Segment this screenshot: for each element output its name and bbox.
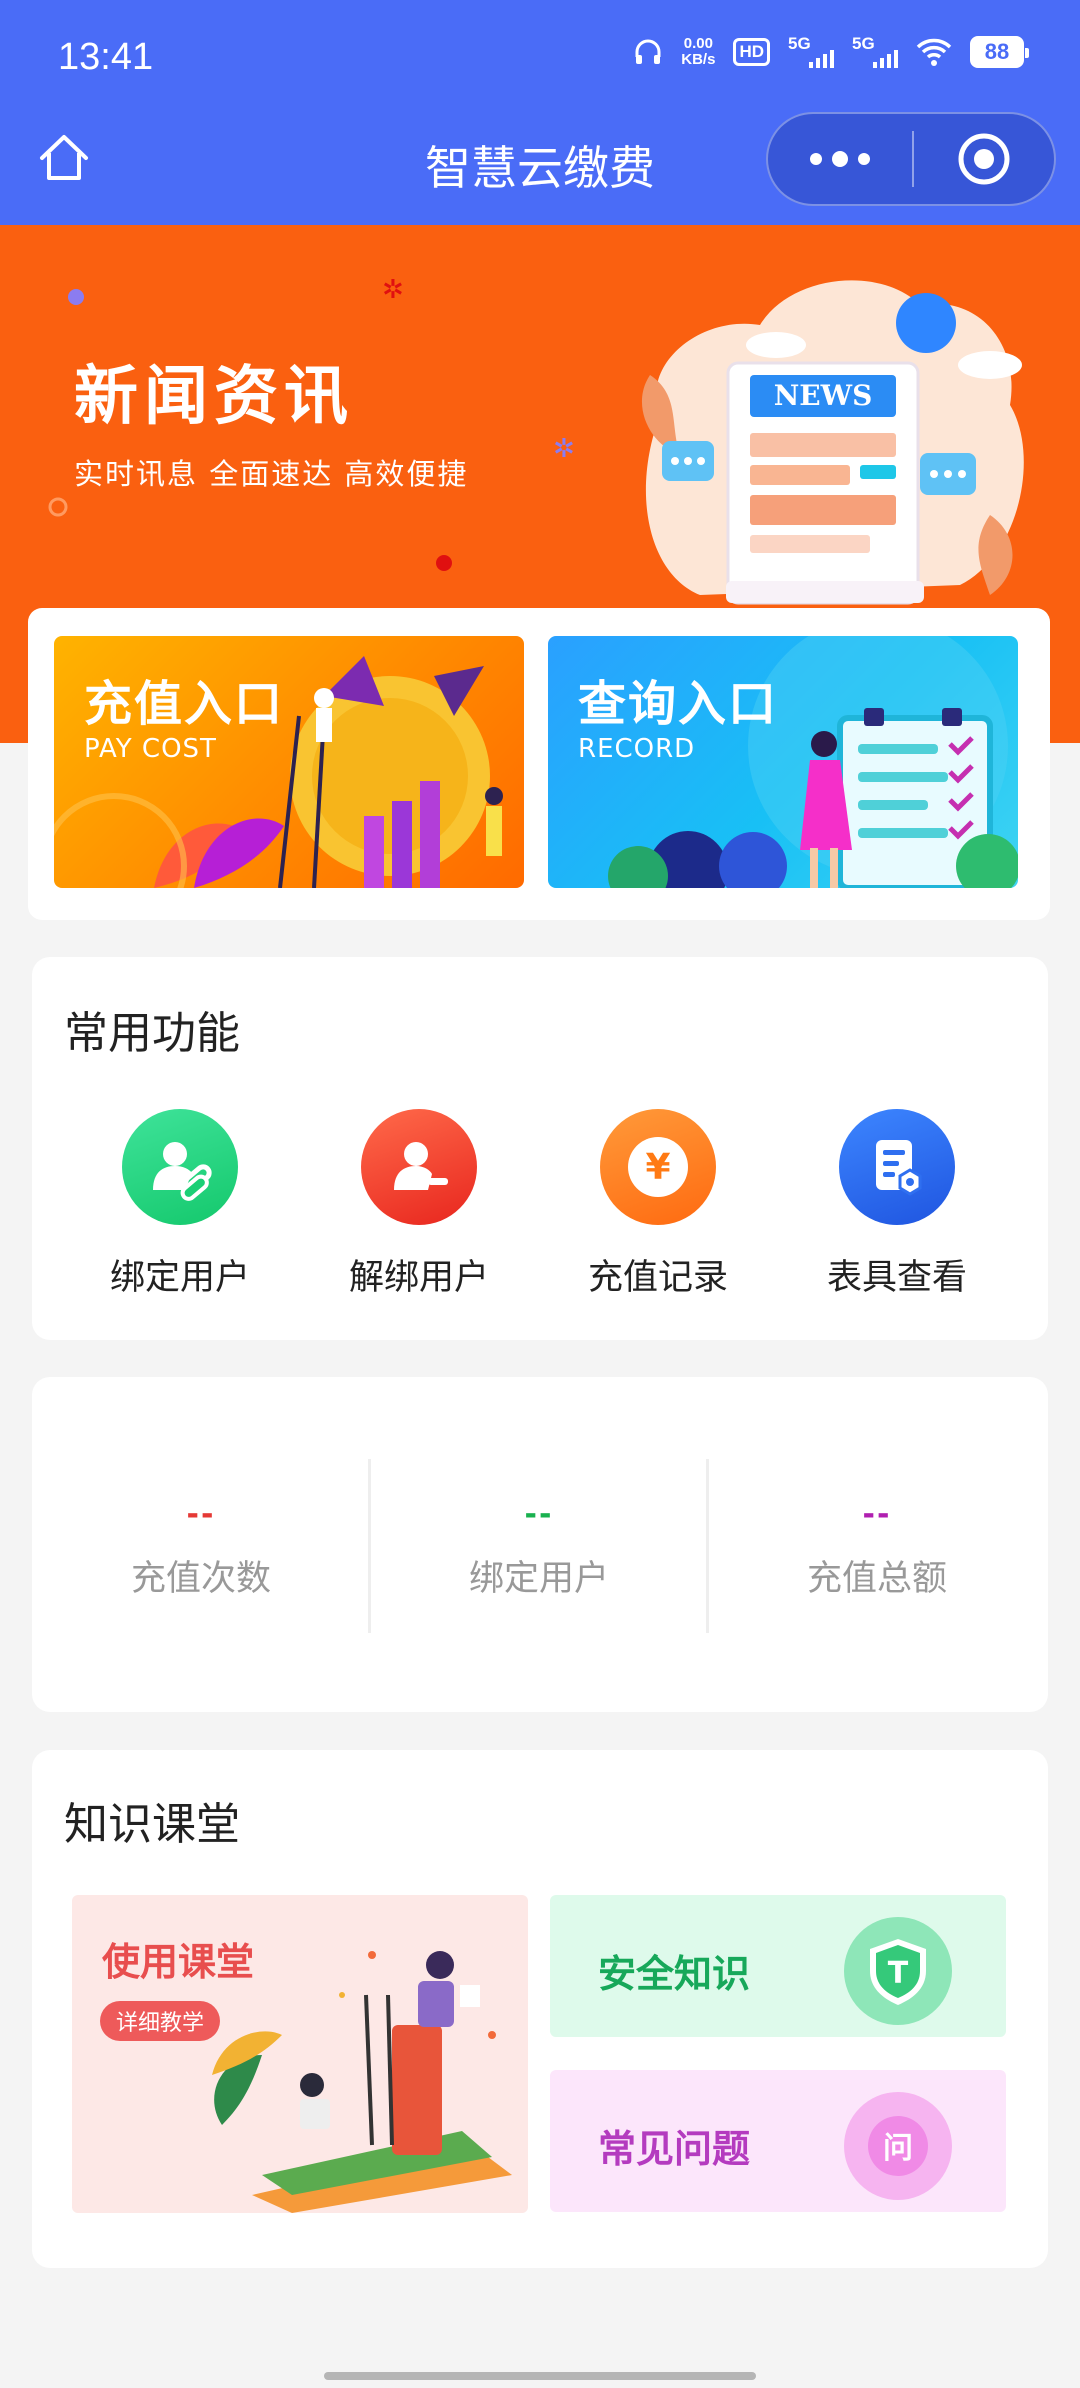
signal-1-label: 5G (788, 34, 811, 53)
entry-card: 充值入口 PAY COST 查询入口 RECORD (28, 608, 1050, 920)
meter-view-label: 表具查看 (826, 1258, 967, 1298)
svg-text:✲: ✲ (382, 275, 404, 305)
newspaper-illustration: NEWS (620, 255, 1040, 639)
signal-bars-icon (873, 50, 898, 68)
safety-knowledge-title: 安全知识 (598, 1952, 751, 1996)
svg-text:✲: ✲ (553, 434, 575, 464)
usage-class-button[interactable]: 使用课堂 详细教学 (72, 1895, 528, 2213)
svg-text:¥: ¥ (645, 1147, 670, 1188)
record-entry-title: 查询入口 (578, 676, 779, 732)
status-icons: 0.00 KB/s HD 5G 5G 88 (633, 34, 1029, 70)
status-time: 13:41 (58, 36, 154, 78)
yen-coin-icon: ¥ (600, 1109, 716, 1225)
signal-2: 5G (852, 34, 898, 70)
user-remove-icon (361, 1109, 477, 1225)
stat-bound-users: -- 绑定用户 (370, 1497, 708, 1601)
meter-view-button[interactable]: 表具查看 (797, 1109, 997, 1300)
speed-unit: KB/s (681, 51, 716, 68)
knowledge-title: 知识课堂 (64, 1799, 240, 1850)
meter-document-icon (839, 1109, 955, 1225)
battery-icon: 88 (970, 36, 1029, 68)
question-badge-text: 问 (883, 2131, 913, 2166)
pay-entry-subtitle: PAY COST (84, 734, 217, 764)
unbind-user-label: 解绑用户 (348, 1258, 489, 1298)
shield-icon: T (844, 1917, 952, 2025)
unbind-user-button[interactable]: 解绑用户 (319, 1109, 519, 1300)
stat-value: -- (862, 1497, 892, 1532)
hd-badge: HD (733, 38, 770, 66)
faq-button[interactable]: 常见问题 问 (550, 2070, 1006, 2212)
record-entry-button[interactable]: 查询入口 RECORD (548, 636, 1018, 888)
wifi-icon (916, 37, 952, 67)
usage-class-title: 使用课堂 (102, 1940, 255, 1984)
pay-entry-button[interactable]: 充值入口 PAY COST (54, 636, 524, 888)
stat-value: -- (524, 1497, 554, 1532)
headphones-icon (633, 37, 663, 67)
more-dots-icon[interactable] (768, 114, 912, 204)
home-indicator[interactable] (324, 2372, 756, 2380)
safety-knowledge-button[interactable]: 安全知识 T (550, 1895, 1006, 2037)
usage-class-tag: 详细教学 (100, 2001, 221, 2041)
stat-label: 充值次数 (130, 1559, 271, 1599)
shield-badge-letter: T (888, 1956, 909, 1991)
speed-value: 0.00 (683, 35, 713, 52)
target-close-icon[interactable] (914, 131, 1054, 187)
signal-bars-icon (809, 50, 834, 68)
signal-1: 5G (788, 34, 834, 70)
network-speed: 0.00 KB/s (681, 36, 715, 68)
stat-recharge-count: -- 充值次数 (32, 1497, 370, 1601)
knowledge-card: 知识课堂 使用课堂 详细教学 安全知识 T 常见问题 问 (32, 1750, 1048, 2268)
recharge-record-label: 充值记录 (587, 1258, 728, 1298)
top-bar: 13:41 0.00 KB/s HD 5G 5G 88 智慧云缴费 (0, 0, 1080, 225)
recharge-record-button[interactable]: ¥ 充值记录 (558, 1109, 758, 1300)
news-tag: NEWS (774, 379, 873, 412)
faq-title: 常见问题 (598, 2127, 751, 2171)
bind-user-label: 绑定用户 (109, 1258, 250, 1298)
pay-entry-title: 充值入口 (84, 676, 285, 732)
stat-label: 绑定用户 (468, 1559, 609, 1599)
stat-label: 充值总额 (806, 1559, 947, 1599)
mini-program-capsule (766, 112, 1056, 206)
functions-title: 常用功能 (64, 1008, 240, 1059)
record-entry-subtitle: RECORD (578, 734, 696, 764)
stat-recharge-total: -- 充值总额 (708, 1497, 1046, 1601)
banner-subtitle: 实时讯息 全面速达 高效便捷 (74, 457, 469, 491)
common-functions-card: 常用功能 绑定用户 解绑用户 ¥ 充值记录 表具查看 (32, 957, 1048, 1340)
stat-value: -- (186, 1497, 216, 1532)
stats-card: -- 充值次数 -- 绑定用户 -- 充值总额 (32, 1377, 1048, 1712)
banner-title: 新闻资讯 (74, 360, 354, 434)
signal-2-label: 5G (852, 34, 875, 53)
user-link-icon (122, 1109, 238, 1225)
bind-user-button[interactable]: 绑定用户 (80, 1109, 280, 1300)
question-icon: 问 (844, 2092, 952, 2200)
